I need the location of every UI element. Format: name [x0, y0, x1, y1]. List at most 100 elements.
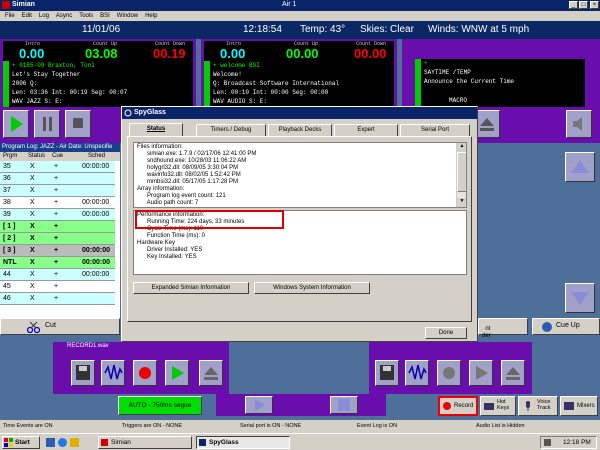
- menu-async[interactable]: Async: [56, 13, 72, 19]
- ie-icon[interactable]: [58, 438, 67, 447]
- done-button[interactable]: Done: [425, 327, 467, 339]
- col-cue[interactable]: Cue: [52, 152, 63, 161]
- record-button-2[interactable]: [437, 360, 461, 386]
- col-sched[interactable]: Sched: [88, 152, 105, 161]
- record-icon: [443, 367, 455, 379]
- menu-tools[interactable]: Tools: [79, 13, 93, 19]
- log-row[interactable]: 39 X +00:00:00: [0, 209, 115, 221]
- save-button-2[interactable]: [375, 360, 399, 386]
- col-status[interactable]: Status: [28, 152, 45, 161]
- menu-log[interactable]: Log: [39, 13, 49, 19]
- cut-button[interactable]: Cut: [0, 318, 120, 335]
- player-1-display: Intro Count Up Count Down 0.00 03.08 00.…: [3, 41, 193, 107]
- log-cell-cue: +: [54, 187, 59, 194]
- log-cell-prgm: NTL: [3, 259, 17, 266]
- log-row[interactable]: 46 X +: [0, 293, 115, 305]
- bottom-stop-button[interactable]: [330, 396, 358, 414]
- log-row[interactable]: 38 X +00:00:00: [0, 197, 115, 209]
- files-info-text: Files information: simian.exe: 1.7.9 / 0…: [137, 144, 463, 207]
- log-row[interactable]: 45 X +: [0, 281, 115, 293]
- start-button[interactable]: Start: [2, 436, 40, 449]
- close-button[interactable]: ×: [590, 1, 599, 9]
- menu-file[interactable]: File: [5, 13, 15, 19]
- log-row[interactable]: NTL X +00:00:00: [0, 257, 115, 269]
- log-row[interactable]: [ 3 ] X +00:00:00: [0, 245, 115, 257]
- expanded-simian-info-button[interactable]: Expanded Simian Information: [133, 282, 249, 294]
- col-prgm[interactable]: Prgm: [3, 152, 17, 161]
- play-button-1[interactable]: [3, 110, 29, 138]
- log-row[interactable]: 36 X +: [0, 173, 115, 185]
- scroll-up-arrow[interactable]: ▲: [457, 143, 466, 152]
- files-line: Audio path count: 7: [137, 200, 199, 206]
- explorer-icon[interactable]: [70, 438, 79, 447]
- countup-value: 00.00: [286, 46, 319, 61]
- tab-expert-label: Expert: [357, 127, 375, 133]
- player-2-display: Intro Count Up Count Down 0.00 00.00 00.…: [204, 41, 394, 107]
- menu-window[interactable]: Window: [117, 13, 138, 19]
- files-scrollbar[interactable]: ▲ ▼: [456, 143, 466, 207]
- desktop-icon[interactable]: [46, 438, 55, 447]
- cue-up-label: Cue Up: [556, 322, 580, 329]
- scroll-down-arrow[interactable]: ▼: [457, 198, 466, 207]
- save-button-1[interactable]: [71, 360, 95, 386]
- cue-up-button[interactable]: Cue Up: [532, 318, 600, 335]
- tab-expert[interactable]: Expert: [334, 124, 398, 136]
- menu-help[interactable]: Help: [145, 13, 157, 19]
- hot-keys-button[interactable]: Hot Keys: [480, 396, 516, 416]
- pause-button-1[interactable]: [34, 110, 60, 138]
- log-header-text: Program Log: JAZZ - Air Date: Unspecifie: [2, 144, 113, 150]
- log-row[interactable]: [ 1 ] X +: [0, 221, 115, 233]
- log-cell-status: X: [30, 235, 35, 242]
- maximize-button[interactable]: □: [579, 1, 588, 9]
- mixer-button-2[interactable]: [405, 360, 429, 386]
- scroll-up-button[interactable]: [565, 152, 595, 182]
- windows-system-info-button[interactable]: Windows System Information: [254, 282, 370, 294]
- log-row[interactable]: [ 2 ] X +: [0, 233, 115, 245]
- stop-button-1[interactable]: [65, 110, 91, 138]
- auto-segue-button[interactable]: AUTO - 750ms segue: [118, 396, 202, 415]
- log-cell-sched: 00:00:00: [82, 259, 111, 266]
- cart-line: + 0185-09 Braxton, Toni: [12, 62, 95, 69]
- order-button[interactable]: nt der: [478, 318, 528, 339]
- status-time-events: Time Events are ON: [3, 423, 53, 429]
- voice-track-button[interactable]: Voice Track: [518, 396, 558, 416]
- scroll-thumb[interactable]: [457, 152, 466, 192]
- record-toggle-button[interactable]: Record: [438, 396, 478, 416]
- song-title: Welcome!: [213, 71, 242, 78]
- mixers-button[interactable]: Mixers: [560, 396, 598, 416]
- tab-timers-debug[interactable]: Timers / Debug: [196, 124, 266, 136]
- log-cell-cue: +: [54, 247, 59, 254]
- volume-icon[interactable]: [544, 439, 551, 446]
- taskbar-simian[interactable]: Simian: [98, 436, 192, 449]
- record-deck-1: RECORD1.wav: [53, 342, 229, 394]
- play-button-rec-1[interactable]: [165, 360, 189, 386]
- minimize-button[interactable]: _: [569, 1, 578, 9]
- log-row[interactable]: 35 X +00:00:00: [0, 161, 115, 173]
- log-cell-prgm: 35: [3, 163, 11, 170]
- record-button-1[interactable]: [133, 360, 157, 386]
- taskbar-spyglass[interactable]: SpyGlass: [196, 436, 290, 449]
- eject-button-rec-2[interactable]: [501, 360, 525, 386]
- cut-label: Cut: [45, 322, 56, 329]
- menu-edit[interactable]: Edit: [22, 13, 32, 19]
- wave-icon: [104, 364, 123, 380]
- mixer-icon: [564, 402, 574, 410]
- log-cell-prgm: 44: [3, 271, 11, 278]
- tab-serial-port[interactable]: Serial Port: [400, 124, 470, 136]
- tab-status[interactable]: Status: [129, 123, 183, 137]
- log-cell-sched: 00:00:00: [82, 211, 110, 218]
- scroll-down-button[interactable]: [565, 283, 595, 313]
- files-line: mmbsi32.dll: 05/17/05 1:17:28 PM: [137, 179, 239, 185]
- speaker-button-3[interactable]: [566, 110, 592, 138]
- tab-playback-decks[interactable]: Playback Decks: [268, 124, 332, 136]
- play-button-rec-2[interactable]: [469, 360, 493, 386]
- eject-button-rec-1[interactable]: [199, 360, 223, 386]
- bottom-play-button[interactable]: [245, 396, 273, 414]
- log-row[interactable]: 44 X +00:00:00: [0, 269, 115, 281]
- mixer-button-1[interactable]: [101, 360, 125, 386]
- menu-bsi[interactable]: BSI: [100, 13, 110, 19]
- log-cell-prgm: [ 3 ]: [3, 247, 16, 254]
- log-row[interactable]: 37 X +: [0, 185, 115, 197]
- wave-icon: [408, 364, 427, 380]
- log-cell-cue: +: [54, 235, 59, 242]
